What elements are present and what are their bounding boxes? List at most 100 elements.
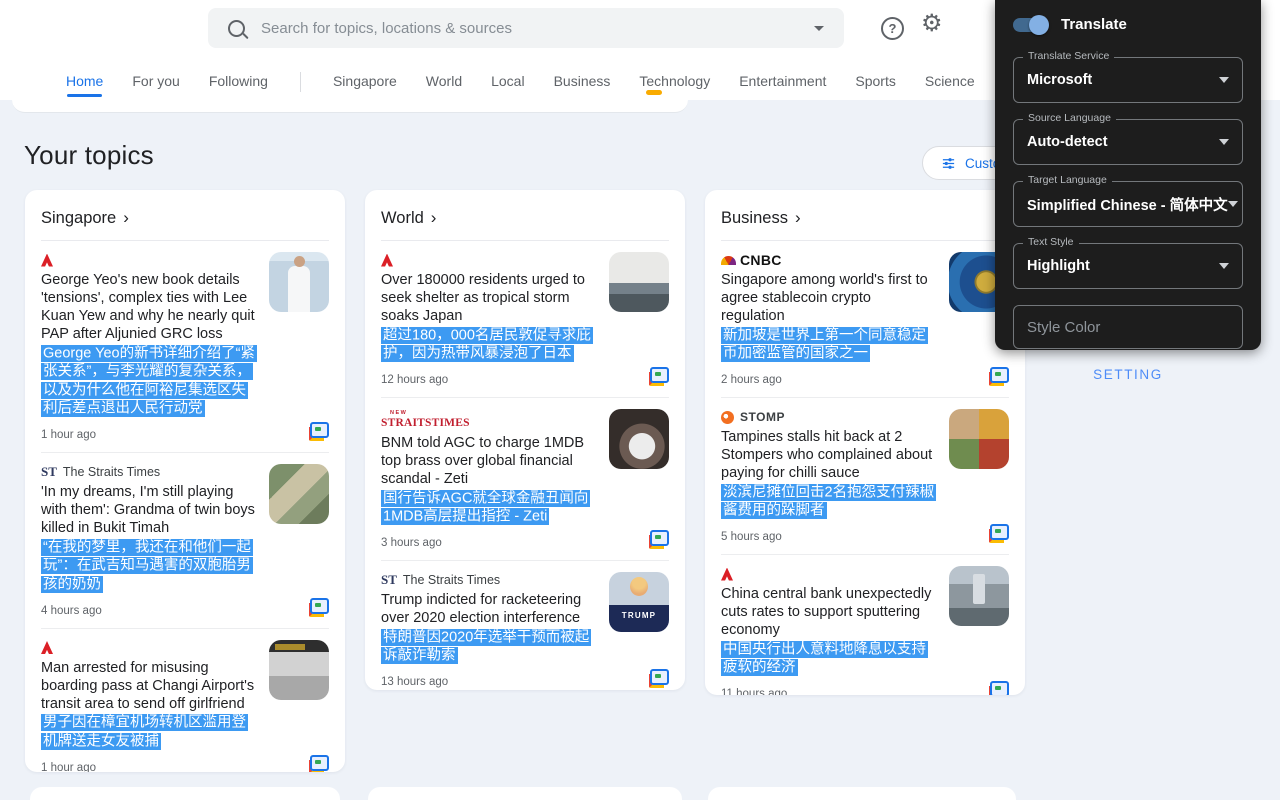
tab-entertainment[interactable]: Entertainment xyxy=(739,73,826,97)
tab-world[interactable]: World xyxy=(426,73,462,97)
source-language-select[interactable]: Source Language Auto-detect xyxy=(1013,119,1243,165)
article-time: 4 hours ago xyxy=(41,605,102,617)
tab-local[interactable]: Local xyxy=(491,73,524,97)
topic-header-singapore[interactable]: Singapore › xyxy=(41,204,329,241)
article-thumbnail[interactable] xyxy=(269,464,329,524)
article-thumbnail[interactable] xyxy=(269,252,329,312)
source-row[interactable]: ST The Straits Times xyxy=(41,464,255,480)
chevron-down-icon xyxy=(1219,263,1229,269)
topic-header-world[interactable]: World › xyxy=(381,204,669,241)
source-row[interactable] xyxy=(41,252,255,268)
translate-service-select[interactable]: Translate Service Microsoft xyxy=(1013,57,1243,103)
search-bar[interactable] xyxy=(208,8,844,48)
article[interactable]: China central bank unexpectedly cuts rat… xyxy=(721,554,1009,695)
highlighted-translation: “在我的梦里，我还在和他们一起玩”：在武吉知马遇害的双胞胎男孩的奶奶 xyxy=(41,539,253,593)
article-title[interactable]: BNM told AGC to charge 1MDB top brass ov… xyxy=(381,434,595,488)
article-title[interactable]: China central bank unexpectedly cuts rat… xyxy=(721,585,935,639)
article-title[interactable]: Tampines stalls hit back at 2 Stompers w… xyxy=(721,428,935,482)
translate-toggle[interactable] xyxy=(1013,18,1047,32)
article-thumbnail[interactable] xyxy=(269,640,329,700)
tab-for-you[interactable]: For you xyxy=(132,73,179,97)
cna-logo-icon xyxy=(381,254,393,267)
source-row[interactable]: STOMP xyxy=(721,409,935,425)
search-input[interactable] xyxy=(259,19,804,38)
full-coverage-icon[interactable] xyxy=(308,422,329,441)
article[interactable]: ST The Straits Times 'In my dreams, I'm … xyxy=(41,452,329,628)
source-row[interactable]: ST The Straits Times xyxy=(381,572,595,588)
topic-title: Singapore xyxy=(41,209,116,228)
full-coverage-icon[interactable] xyxy=(648,669,669,688)
article[interactable]: STOMP Tampines stalls hit back at 2 Stom… xyxy=(721,397,1009,554)
article-thumbnail[interactable] xyxy=(609,409,669,469)
tab-home[interactable]: Home xyxy=(66,73,103,97)
stomp-logo-icon xyxy=(721,411,734,424)
tab-following[interactable]: Following xyxy=(209,73,268,97)
article-time: 13 hours ago xyxy=(381,676,448,688)
article[interactable]: George Yeo's new book details 'tensions'… xyxy=(41,241,329,452)
source-name: The Straits Times xyxy=(403,573,500,587)
article-title[interactable]: Singapore among world's first to agree s… xyxy=(721,271,935,325)
article[interactable]: TRUMP ST The Straits Times Trump indicte… xyxy=(381,560,669,690)
source-row[interactable] xyxy=(41,640,255,656)
straits-times-logo-icon: ST xyxy=(41,464,57,480)
field-label: Translate Service xyxy=(1023,50,1114,62)
highlighted-translation: 淡滨尼摊位回击2名抱怨支付辣椒酱费用的跺脚者 xyxy=(721,484,936,520)
cna-logo-icon xyxy=(41,641,53,654)
section-title: Your topics xyxy=(24,140,154,171)
search-dropdown-caret-icon[interactable] xyxy=(814,26,824,31)
article[interactable]: Over 180000 residents urged to seek shel… xyxy=(381,241,669,397)
translated-title: 新加坡是世界上第一个同意稳定币加密监管的国家之一 xyxy=(721,326,935,363)
source-name: The Straits Times xyxy=(63,465,160,479)
tab-singapore[interactable]: Singapore xyxy=(333,73,397,97)
article[interactable]: Man arrested for misusing boarding pass … xyxy=(41,628,329,773)
full-coverage-icon[interactable] xyxy=(988,524,1009,543)
panel-title: Translate xyxy=(1061,16,1127,33)
text-style-select[interactable]: Text Style Highlight xyxy=(1013,243,1243,289)
article-title[interactable]: Trump indicted for racketeering over 202… xyxy=(381,591,595,627)
source-row[interactable] xyxy=(721,566,935,582)
article-thumbnail[interactable] xyxy=(949,409,1009,469)
tab-business[interactable]: Business xyxy=(554,73,611,97)
trump-sign-label: TRUMP xyxy=(622,611,656,620)
search-icon xyxy=(228,20,245,37)
settings-gear-icon[interactable] xyxy=(921,12,943,36)
setting-link[interactable]: SETTING xyxy=(1013,366,1243,383)
translated-title: 男子因在樟宜机场转机区滥用登机牌送走女友被捕 xyxy=(41,714,255,751)
article-thumbnail[interactable] xyxy=(949,566,1009,626)
translated-title: George Yeo的新书详细介绍了“紧张关系”，与李光耀的复杂关系，以及为什么… xyxy=(41,344,255,418)
nav-divider xyxy=(300,72,301,92)
help-icon[interactable] xyxy=(881,17,904,40)
scroll-indicator-dash xyxy=(646,90,662,95)
article-thumbnail[interactable]: TRUMP xyxy=(609,572,669,632)
article[interactable]: NEW STRAITSTIMES BNM told AGC to charge … xyxy=(381,397,669,560)
previous-card-remnant xyxy=(12,100,688,113)
highlighted-translation: 新加坡是世界上第一个同意稳定币加密监管的国家之一 xyxy=(721,327,928,363)
article-title[interactable]: 'In my dreams, I'm still playing with th… xyxy=(41,483,255,537)
target-language-select[interactable]: Target Language Simplified Chinese - 简体中… xyxy=(1013,181,1243,227)
full-coverage-icon[interactable] xyxy=(308,755,329,773)
field-value: Highlight xyxy=(1027,258,1219,274)
source-row[interactable]: NEW STRAITSTIMES xyxy=(381,409,595,431)
tab-sports[interactable]: Sports xyxy=(855,73,895,97)
translated-title: 国行告诉AGC就全球金融丑闻向1MDB高层提出指控 - Zeti xyxy=(381,489,595,526)
full-coverage-icon[interactable] xyxy=(648,530,669,549)
full-coverage-icon[interactable] xyxy=(988,681,1009,695)
translated-title: “在我的梦里，我还在和他们一起玩”：在武吉知马遇害的双胞胎男孩的奶奶 xyxy=(41,538,255,594)
toggle-knob xyxy=(1029,15,1049,35)
style-color-input[interactable] xyxy=(1013,305,1243,349)
article-title[interactable]: Man arrested for misusing boarding pass … xyxy=(41,659,255,713)
tab-science[interactable]: Science xyxy=(925,73,975,97)
article-title[interactable]: George Yeo's new book details 'tensions'… xyxy=(41,271,255,343)
full-coverage-icon[interactable] xyxy=(988,367,1009,386)
source-row[interactable]: CNBC xyxy=(721,252,935,268)
topic-header-business[interactable]: Business › xyxy=(721,204,1009,241)
next-row-card-stub xyxy=(708,787,1016,800)
full-coverage-icon[interactable] xyxy=(308,598,329,617)
article-title[interactable]: Over 180000 residents urged to seek shel… xyxy=(381,271,595,325)
full-coverage-icon[interactable] xyxy=(648,367,669,386)
article-thumbnail[interactable] xyxy=(609,252,669,312)
topic-title: Business xyxy=(721,209,788,228)
article[interactable]: CNBC Singapore among world's first to ag… xyxy=(721,241,1009,397)
stomp-wordmark: STOMP xyxy=(740,410,785,424)
source-row[interactable] xyxy=(381,252,595,268)
